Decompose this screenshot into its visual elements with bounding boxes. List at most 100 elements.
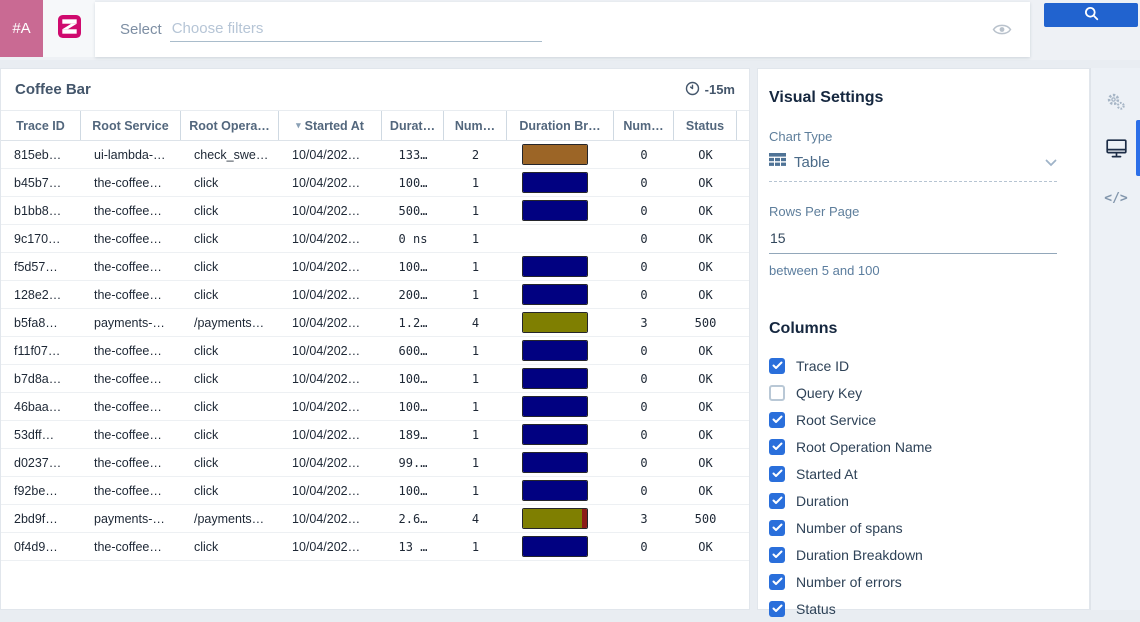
panel-header: Coffee Bar -15m [1,69,749,111]
column-header-num-errors[interactable]: Num… [614,111,674,140]
trace-id-cell[interactable]: 128e2… [1,288,81,302]
root-operation-cell: click [181,260,279,274]
trace-id-cell[interactable]: 46baa… [1,400,81,414]
column-toggle-row[interactable]: Root Service [769,406,1057,433]
duration-breakdown-cell [507,228,614,249]
trace-id-cell[interactable]: f11f07… [1,344,81,358]
root-operation-cell: click [181,400,279,414]
table-row[interactable]: b5fa8… payments-… /payments… 10/04/202… … [1,309,749,337]
column-toggle-row[interactable]: Trace ID [769,352,1057,379]
table-row[interactable]: 815eb… ui-lambda-… check_swe… 10/04/202…… [1,141,749,169]
table-row[interactable]: 128e2… the-coffee… click 10/04/202… 200…… [1,281,749,309]
trace-id-cell[interactable]: b45b7… [1,176,81,190]
rows-per-page-input[interactable] [769,228,1057,254]
trace-id-cell[interactable]: 815eb… [1,148,81,162]
trace-table-panel: Coffee Bar -15m Trace ID Root Service Ro… [0,68,750,610]
app-logo-icon [58,15,81,43]
table-row[interactable]: 9c170… the-coffee… click 10/04/202… 0 ns… [1,225,749,253]
status-cell: OK [674,484,737,498]
checkbox-checked[interactable] [769,601,785,617]
checkbox-unchecked[interactable] [769,385,785,401]
root-operation-cell: click [181,176,279,190]
column-toggle-row[interactable]: Number of spans [769,514,1057,541]
duration-breakdown-cell [507,452,614,473]
chevron-down-icon [1045,154,1057,172]
duration-breakdown-bar [522,424,588,445]
duration-cell: 100… [382,484,444,498]
column-header-status[interactable]: Status [674,111,737,140]
search-button[interactable] [1044,3,1138,27]
table-row[interactable]: f92be… the-coffee… click 10/04/202… 100…… [1,477,749,505]
column-header-started-at[interactable]: ▾ Started At [279,111,382,140]
duration-breakdown-cell [507,368,614,389]
column-toggle-row[interactable]: Status [769,595,1057,622]
column-header-root-service[interactable]: Root Service [81,111,181,140]
settings-gears-icon[interactable] [1091,84,1140,120]
filter-input[interactable] [170,17,542,42]
visibility-icon[interactable] [992,22,1012,42]
num-errors-cell: 0 [614,344,674,358]
root-operation-cell: click [181,428,279,442]
brand-badge[interactable]: #A [0,0,43,57]
code-icon[interactable]: </> [1091,180,1140,216]
column-header-num-spans[interactable]: Num… [444,111,507,140]
display-monitor-icon[interactable] [1091,130,1140,166]
duration-cell: 200… [382,288,444,302]
select-label: Select [120,21,162,38]
trace-id-cell[interactable]: b1bb8… [1,204,81,218]
time-range-badge[interactable]: -15m [685,81,735,99]
num-spans-cell: 1 [444,260,507,274]
root-operation-cell: click [181,456,279,470]
checkbox-checked[interactable] [769,412,785,428]
trace-id-cell[interactable]: 9c170… [1,232,81,246]
column-header-duration-breakdown[interactable]: Duration Br… [507,111,614,140]
num-spans-cell: 1 [444,288,507,302]
column-toggle-row[interactable]: Duration [769,487,1057,514]
trace-id-cell[interactable]: f92be… [1,484,81,498]
root-operation-cell: click [181,232,279,246]
table-row[interactable]: 46baa… the-coffee… click 10/04/202… 100…… [1,393,749,421]
trace-id-cell[interactable]: f5d57… [1,260,81,274]
duration-breakdown-cell [507,480,614,501]
column-header-trace-id[interactable]: Trace ID [1,111,81,140]
table-row[interactable]: f11f07… the-coffee… click 10/04/202… 600… [1,337,749,365]
duration-breakdown-cell [507,200,614,221]
checkbox-checked[interactable] [769,520,785,536]
column-toggle-row[interactable]: Query Key [769,379,1057,406]
checkbox-checked[interactable] [769,466,785,482]
column-toggle-row[interactable]: Started At [769,460,1057,487]
app-logo[interactable] [43,0,95,57]
checkbox-checked[interactable] [769,493,785,509]
checkbox-checked[interactable] [769,439,785,455]
table-row[interactable]: b7d8a… the-coffee… click 10/04/202… 100…… [1,365,749,393]
trace-id-cell[interactable]: d0237… [1,456,81,470]
duration-breakdown-bar [522,200,588,221]
trace-id-cell[interactable]: 2bd9f… [1,512,81,526]
trace-id-cell[interactable]: 0f4d9… [1,540,81,554]
table-row[interactable]: d0237… the-coffee… click 10/04/202… 99.…… [1,449,749,477]
column-toggle-row[interactable]: Root Operation Name [769,433,1057,460]
column-toggle-row[interactable]: Number of errors [769,568,1057,595]
trace-id-cell[interactable]: 53dff… [1,428,81,442]
root-operation-cell: /payments… [181,512,279,526]
chart-type-select[interactable]: Table [769,153,1057,182]
root-service-cell: payments-… [81,512,181,526]
table-row[interactable]: b45b7… the-coffee… click 10/04/202… 100…… [1,169,749,197]
column-header-root-operation[interactable]: Root Opera… [181,111,279,140]
visual-settings-panel: Visual Settings Chart Type Table Rows Pe… [757,68,1090,610]
table-row[interactable]: b1bb8… the-coffee… click 10/04/202… 500…… [1,197,749,225]
checkbox-checked[interactable] [769,358,785,374]
trace-id-cell[interactable]: b5fa8… [1,316,81,330]
checkbox-checked[interactable] [769,574,785,590]
table-row[interactable]: 2bd9f… payments-… /payments… 10/04/202… … [1,505,749,533]
status-cell: OK [674,400,737,414]
duration-cell: 13 … [382,540,444,554]
checkbox-checked[interactable] [769,547,785,563]
table-row[interactable]: 53dff… the-coffee… click 10/04/202… 189…… [1,421,749,449]
table-row[interactable]: f5d57… the-coffee… click 10/04/202… 100…… [1,253,749,281]
trace-id-cell[interactable]: b7d8a… [1,372,81,386]
duration-breakdown-cell [507,396,614,417]
column-header-duration[interactable]: Durat… [382,111,444,140]
table-row[interactable]: 0f4d9… the-coffee… click 10/04/202… 13 …… [1,533,749,561]
column-toggle-row[interactable]: Duration Breakdown [769,541,1057,568]
